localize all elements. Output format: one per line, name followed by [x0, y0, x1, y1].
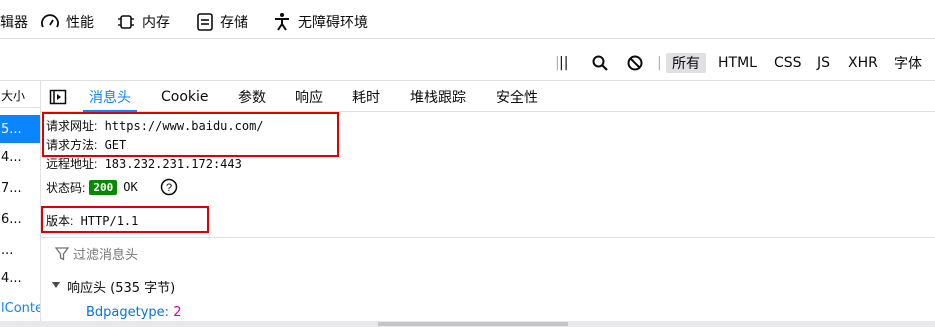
row-size: 7...: [1, 180, 22, 196]
scrollbar-thumb[interactable]: [378, 322, 568, 326]
row-size: 5...: [1, 121, 22, 137]
details-tabs: 消息头 Cookie 参数 响应 耗时 堆栈跟踪 安全性: [41, 82, 935, 112]
tab-performance[interactable]: 性能: [40, 6, 94, 38]
filter-headers-input[interactable]: [71, 243, 375, 265]
header-name: Bdpagetype:: [86, 305, 170, 320]
tab-label: 响应: [295, 89, 323, 106]
block-button[interactable]: [626, 46, 644, 80]
tab-params[interactable]: 参数: [238, 82, 266, 111]
network-filter-toolbar: | || | 所有 HTML CSS JS XHR 字体: [0, 46, 935, 81]
request-row[interactable]: 5...: [0, 115, 40, 143]
filter-label: 所有: [672, 56, 700, 72]
filter-icon: [55, 247, 69, 261]
column-header-size[interactable]: 大小: [0, 83, 40, 108]
request-row[interactable]: 4...: [0, 264, 40, 292]
tab-label: Cookie: [161, 88, 209, 105]
tab-response[interactable]: 响应: [295, 82, 323, 111]
panel-toggle-icon: [49, 89, 67, 104]
tab-label: 无障碍环境: [298, 15, 368, 31]
tab-label: 消息头: [89, 89, 131, 106]
filter-label: HTML: [718, 55, 757, 71]
highlight-box: [42, 112, 339, 157]
filter-label: JS: [817, 55, 831, 71]
tab-label: 性能: [66, 15, 94, 31]
response-headers-title: 响应头 (535 字节): [67, 281, 176, 296]
tab-memory[interactable]: 内存: [116, 6, 170, 38]
header-value: 2: [173, 305, 182, 320]
row-size: 4...: [1, 149, 22, 165]
devtools-toolbox-tabs: 辑器 性能 内存 存储 无障碍环境: [0, 6, 935, 39]
filter-html-button[interactable]: HTML: [718, 46, 757, 80]
filter-fonts-button[interactable]: 字体: [894, 46, 922, 80]
tab-inspector[interactable]: 辑器: [0, 6, 28, 38]
pause-label: ||: [559, 55, 569, 71]
filter-all-button[interactable]: 所有: [666, 53, 706, 73]
svg-text:?: ?: [166, 182, 172, 194]
tab-headers[interactable]: 消息头: [83, 82, 137, 112]
filter-js-button[interactable]: JS: [817, 46, 830, 80]
tab-timings[interactable]: 耗时: [352, 82, 380, 111]
tab-label: 存储: [220, 15, 248, 31]
tab-label: 耗时: [352, 89, 380, 106]
tab-accessibility[interactable]: 无障碍环境: [272, 6, 368, 38]
summary-status: 状态码: 200 OK ?: [46, 178, 178, 196]
row-size: 4...: [1, 270, 22, 286]
request-row[interactable]: 6...: [0, 205, 40, 233]
expand-triangle-icon: [52, 282, 60, 288]
tab-cookie[interactable]: Cookie: [161, 82, 209, 111]
tab-label: 参数: [238, 89, 266, 106]
remote-value: 183.232.231.172:443: [104, 157, 242, 171]
filter-label: CSS: [774, 55, 802, 71]
header-row: Bdpagetype: 2: [86, 305, 181, 320]
status-text: OK: [123, 180, 138, 194]
search-button[interactable]: [591, 46, 609, 80]
toggle-sidebar-button[interactable]: [49, 82, 67, 111]
row-size: ...: [1, 242, 14, 258]
tab-label: 堆栈跟踪: [410, 89, 466, 106]
request-row[interactable]: ...: [0, 236, 40, 264]
status-badge: 200: [89, 179, 118, 195]
column-label: 大小: [1, 88, 26, 103]
tab-label: 安全性: [496, 89, 538, 106]
tab-label: 辑器: [0, 15, 28, 31]
filter-css-button[interactable]: CSS: [774, 46, 802, 80]
request-list: 大小 5... 4... 7... 6... ... 4... lConte: [0, 81, 41, 327]
filter-label: XHR: [848, 55, 878, 71]
summary-remote: 远程地址: 183.232.231.172:443: [46, 155, 242, 172]
horizontal-scrollbar[interactable]: [0, 321, 935, 327]
tab-stack-trace[interactable]: 堆栈跟踪: [410, 82, 466, 111]
chip-icon: [118, 15, 134, 29]
tab-label: 内存: [142, 15, 170, 31]
gauge-icon: [41, 14, 59, 28]
tab-security[interactable]: 安全性: [496, 82, 538, 111]
status-label: 状态码:: [46, 180, 86, 195]
filter-label: 字体: [894, 56, 922, 72]
block-icon: [627, 55, 643, 71]
accessibility-icon: [275, 13, 289, 31]
separator: |: [657, 55, 662, 71]
storage-icon: [197, 13, 213, 31]
help-icon[interactable]: ?: [160, 178, 178, 196]
tab-storage[interactable]: 存储: [196, 6, 248, 38]
request-row[interactable]: 7...: [0, 174, 40, 202]
request-row[interactable]: 4...: [0, 143, 40, 171]
search-icon: [592, 55, 608, 71]
filter-headers-row: [41, 237, 935, 271]
request-row[interactable]: lConte: [0, 294, 41, 322]
highlight-box: [41, 206, 209, 233]
pause-button[interactable]: ||: [559, 46, 568, 80]
filter-xhr-button[interactable]: XHR: [848, 46, 878, 80]
row-size: 6...: [1, 211, 22, 227]
remote-label: 远程地址:: [46, 157, 98, 171]
row-size: lConte: [1, 300, 41, 316]
response-headers-section[interactable]: 响应头 (535 字节): [41, 270, 935, 300]
